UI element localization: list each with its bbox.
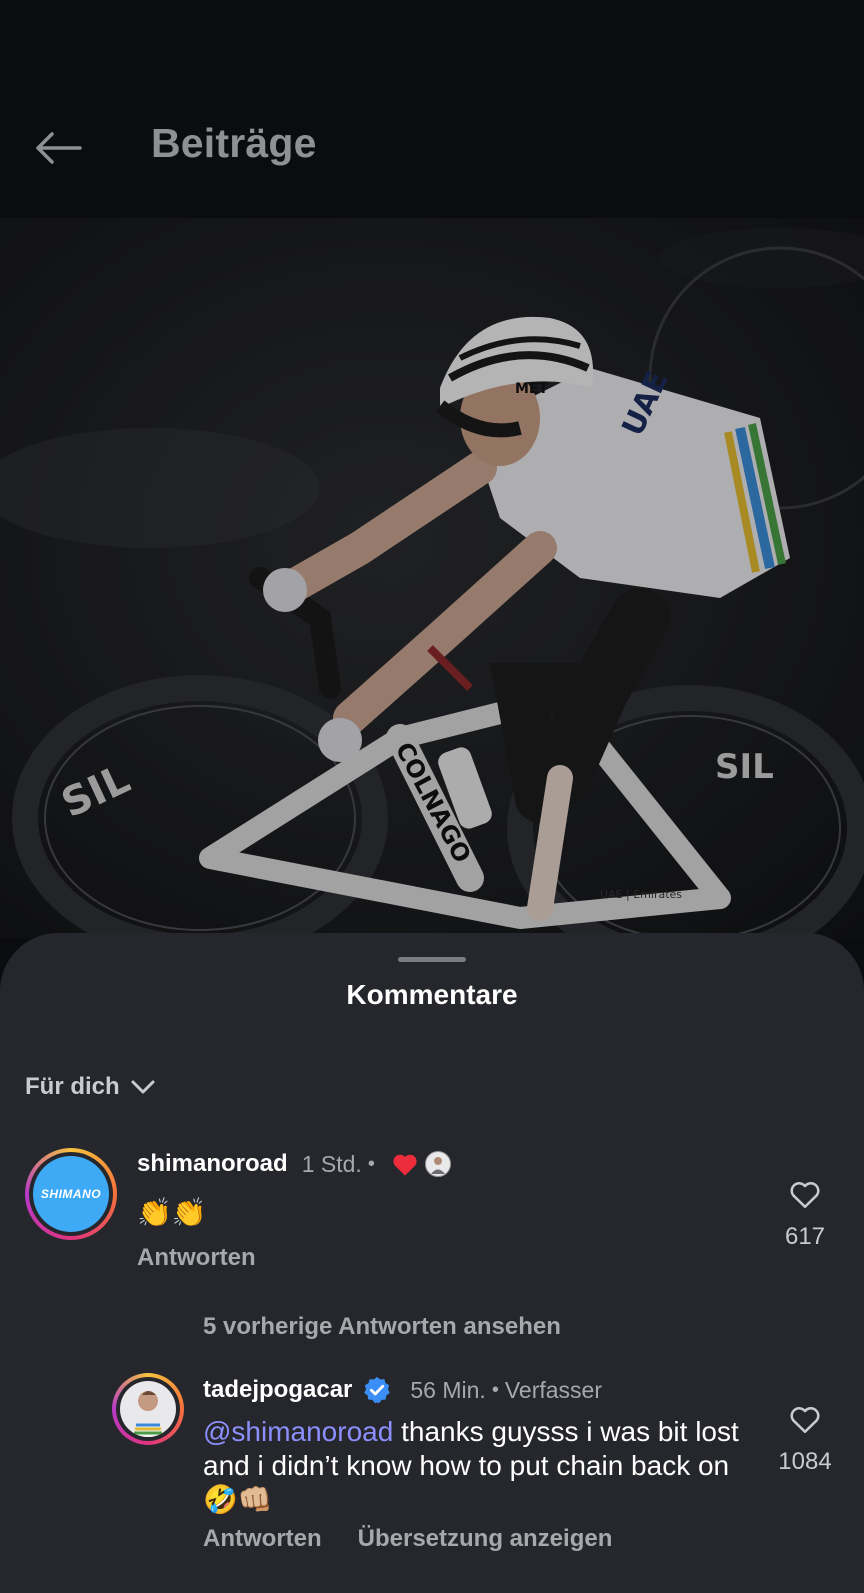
like-group: 1084 — [765, 1403, 845, 1476]
person-icon — [128, 1391, 168, 1437]
comments-sheet: Kommentare Für dich SHIMANO shimanoroad … — [0, 933, 864, 1593]
author-badge: Verfasser — [504, 1376, 602, 1403]
page-title: Beiträge — [151, 120, 317, 166]
heart-outline-icon[interactable] — [788, 1178, 822, 1210]
reply-time: 56 Min. — [410, 1376, 486, 1403]
post-image[interactable]: SIL SIL COLNAGO UAE | Emirates UAE MET — [0, 218, 864, 938]
separator-dot: • — [367, 1152, 375, 1175]
reply-username[interactable]: tadejpogacar — [203, 1376, 352, 1404]
drag-handle[interactable] — [398, 957, 466, 962]
sort-filter-dropdown[interactable]: Für dich — [25, 1073, 156, 1101]
view-previous-replies-button[interactable]: 5 vorherige Antworten ansehen — [203, 1313, 561, 1341]
show-translation-button[interactable]: Übersetzung anzeigen — [358, 1525, 613, 1553]
author-mini-avatar — [424, 1151, 451, 1177]
back-button[interactable] — [30, 120, 86, 176]
heart-outline-icon[interactable] — [788, 1403, 822, 1435]
comment-username[interactable]: shimanoroad — [137, 1150, 288, 1178]
avatar[interactable] — [112, 1373, 184, 1445]
verified-badge-icon — [364, 1376, 391, 1404]
avatar[interactable]: SHIMANO — [25, 1148, 117, 1240]
like-group: 617 — [765, 1178, 845, 1251]
cyclist-photo: SIL SIL COLNAGO UAE | Emirates UAE MET — [0, 218, 864, 938]
top-bar: Beiträge — [0, 0, 864, 218]
comment-time: 1 Std. — [301, 1150, 362, 1177]
filter-label: Für dich — [25, 1073, 120, 1100]
author-liked-badge — [391, 1151, 451, 1177]
mention-link[interactable]: @shimanoroad — [203, 1416, 393, 1447]
sheet-title: Kommentare — [346, 979, 518, 1010]
comment-text: 👏👏 — [137, 1197, 207, 1228]
chevron-down-icon — [131, 1080, 155, 1094]
reply-item: tadejpogacar 56 Min. • Verfasser @shiman… — [0, 1373, 864, 1593]
like-count: 1084 — [778, 1448, 832, 1475]
separator-dot: • — [491, 1378, 499, 1401]
reply-text: @shimanoroad thanks guysss i was bit los… — [203, 1415, 743, 1517]
comment-item: SHIMANO shimanoroad 1 Std. • 👏👏 Antworte… — [0, 1148, 864, 1288]
reply-button[interactable]: Antworten — [203, 1525, 322, 1553]
heart-filled-icon — [393, 1154, 417, 1176]
reply-button[interactable]: Antworten — [137, 1244, 256, 1272]
arrow-left-icon — [36, 132, 82, 164]
like-count: 617 — [784, 1223, 826, 1250]
person-icon — [430, 1157, 445, 1174]
shimano-logo-text: SHIMANO — [40, 1187, 102, 1201]
